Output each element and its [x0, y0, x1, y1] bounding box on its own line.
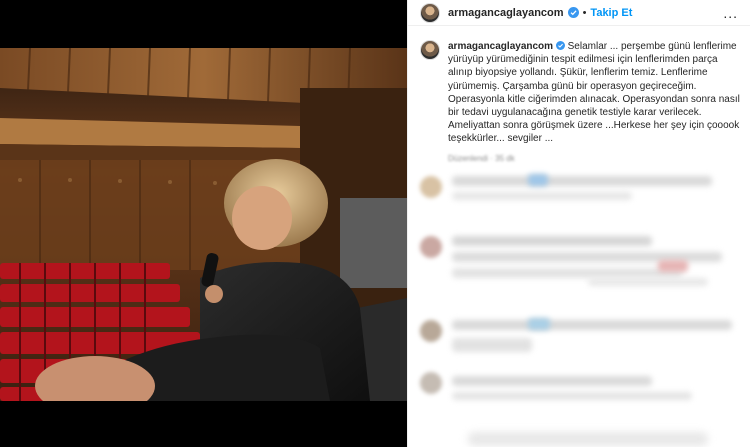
caption-timestamp: Düzenlendi · 35 dk — [448, 153, 515, 163]
blurred-comment-text — [452, 320, 732, 330]
blurred-emoji — [658, 260, 688, 272]
post-header: armagancaglayancom • Takip Et ... — [408, 0, 750, 26]
blurred-footer — [468, 432, 708, 446]
header-dot-separator: • — [582, 6, 587, 19]
more-options-icon[interactable]: ... — [723, 5, 738, 21]
caption-avatar[interactable] — [420, 40, 440, 60]
theater-stage-photo — [0, 48, 407, 401]
post-side-panel: armagancaglayancom • Takip Et ... armaga… — [407, 0, 750, 447]
blurred-comment-text — [452, 338, 532, 352]
blurred-emoji — [528, 318, 550, 330]
follow-button[interactable]: Takip Et — [590, 7, 632, 19]
comment-avatar — [420, 176, 442, 198]
post-media-pane — [0, 0, 407, 447]
author-avatar[interactable] — [420, 2, 440, 23]
caption-text: Selamlar ... perşembe günü lenflerime yü… — [448, 41, 740, 145]
blurred-comment-text — [588, 278, 708, 286]
blurred-comment-text — [452, 236, 652, 246]
verified-badge-icon — [555, 41, 565, 50]
comment-avatar — [420, 236, 442, 258]
blurred-comment-text — [452, 392, 692, 400]
blurred-comment-text — [452, 176, 712, 186]
comment-avatar — [420, 372, 442, 394]
post-photo[interactable] — [0, 48, 407, 401]
verified-badge-icon — [567, 7, 579, 18]
blurred-comment-text — [452, 376, 652, 386]
comment-avatar — [420, 320, 442, 342]
post-caption: armagancaglayancom Selamlar ... perşembe… — [420, 40, 742, 165]
blurred-comment-text — [452, 192, 632, 200]
caption-body: armagancaglayancom Selamlar ... perşembe… — [448, 40, 742, 165]
caption-username[interactable]: armagancaglayancom — [448, 41, 553, 52]
author-username[interactable]: armagancaglayancom — [448, 7, 564, 19]
blurred-comment-text — [452, 268, 682, 278]
blurred-emoji — [528, 174, 548, 186]
